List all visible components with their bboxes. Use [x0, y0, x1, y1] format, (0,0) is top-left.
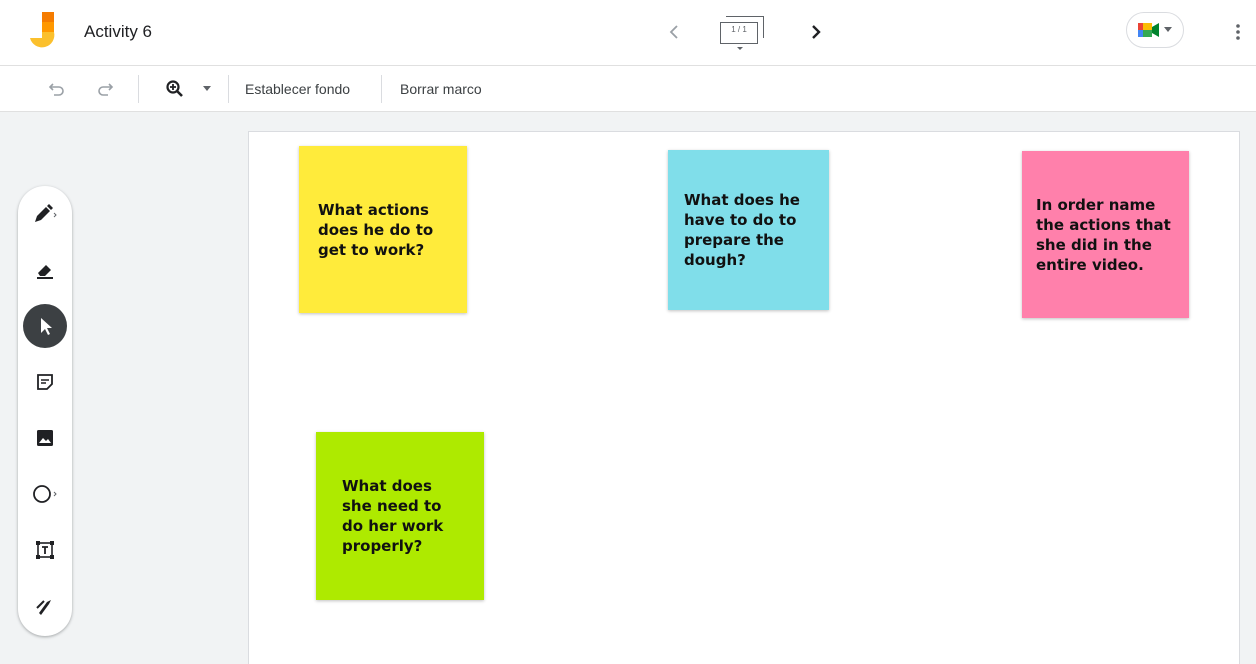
- caret-down-icon: [737, 47, 743, 50]
- app-header: Activity 6 1 / 1: [0, 0, 1256, 66]
- shape-tool-button[interactable]: [23, 472, 67, 516]
- more-vert-icon: [1236, 24, 1240, 40]
- frame-indicator[interactable]: 1 / 1: [716, 14, 768, 54]
- toolbar-divider: [381, 75, 382, 103]
- sticky-note-text: What does she need to do her work proper…: [342, 477, 444, 555]
- caret-down-icon: [1164, 27, 1172, 32]
- text-box-tool-button[interactable]: [23, 528, 67, 572]
- zoom-in-icon: [166, 80, 183, 97]
- image-tool-button[interactable]: [23, 416, 67, 460]
- sticky-note[interactable]: In order name the actions that she did i…: [1022, 151, 1189, 318]
- sticky-note-icon: [37, 374, 53, 390]
- laser-icon: [36, 600, 51, 615]
- google-meet-icon: [1138, 23, 1159, 37]
- editing-toolbar: Establecer fondo Borrar marco: [0, 66, 1256, 112]
- pen-icon: [35, 204, 57, 222]
- sticky-note-text: What does he have to do to prepare the d…: [684, 191, 800, 269]
- redo-button[interactable]: [92, 76, 118, 102]
- redo-icon: [98, 83, 114, 96]
- caret-down-icon: [203, 86, 211, 91]
- eraser-icon: [37, 265, 53, 279]
- toolbar-divider: [138, 75, 139, 103]
- clear-frame-button[interactable]: Borrar marco: [400, 76, 482, 102]
- frame-count: 1 / 1: [731, 25, 747, 34]
- sticky-note-text: What actions does he do to get to work?: [318, 200, 434, 259]
- more-options-button[interactable]: [1228, 18, 1248, 46]
- jamboard-logo-icon[interactable]: [30, 12, 60, 52]
- undo-icon: [48, 83, 64, 96]
- tool-rail: [18, 186, 72, 636]
- document-title[interactable]: Activity 6: [84, 22, 152, 42]
- chevron-left-icon: [669, 25, 678, 39]
- eraser-tool-button[interactable]: [23, 248, 67, 292]
- toolbar-divider: [228, 75, 229, 103]
- circle-icon: [33, 485, 57, 503]
- cursor-icon: [41, 318, 52, 335]
- text-box-icon: [36, 541, 54, 559]
- undo-button[interactable]: [44, 76, 70, 102]
- pen-tool-button[interactable]: [23, 192, 67, 236]
- zoom-button[interactable]: [158, 76, 218, 102]
- chevron-right-icon: [812, 25, 821, 39]
- sticky-note[interactable]: What actions does he do to get to work?: [299, 146, 467, 313]
- previous-frame-button[interactable]: [664, 18, 684, 46]
- sticky-note[interactable]: What does he have to do to prepare the d…: [668, 150, 829, 310]
- laser-tool-button[interactable]: [23, 584, 67, 628]
- sticky-note-text: In order name the actions that she did i…: [1036, 195, 1171, 274]
- next-frame-button[interactable]: [806, 18, 826, 46]
- meet-button[interactable]: [1126, 12, 1184, 48]
- image-icon: [37, 430, 53, 446]
- select-tool-button[interactable]: [23, 304, 67, 348]
- sticky-note-tool-button[interactable]: [23, 360, 67, 404]
- set-background-button[interactable]: Establecer fondo: [245, 76, 350, 102]
- sticky-note[interactable]: What does she need to do her work proper…: [316, 432, 484, 600]
